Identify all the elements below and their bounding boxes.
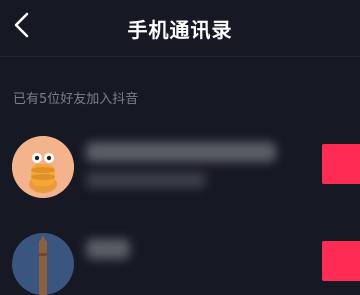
header: 手机通讯录 — [0, 0, 360, 54]
contact-name-blurred — [86, 239, 130, 259]
tower-photo-avatar — [12, 233, 74, 295]
header-divider — [0, 56, 360, 57]
section-label: 已有5位好友加入抖音 — [13, 92, 139, 107]
follow-button[interactable] — [322, 241, 360, 281]
avatar[interactable] — [12, 136, 74, 198]
contact-row[interactable] — [0, 225, 360, 295]
avatar[interactable] — [12, 233, 74, 295]
contact-row[interactable] — [0, 128, 360, 198]
page-title: 手机通讯录 — [127, 18, 233, 42]
follow-button[interactable] — [322, 144, 360, 184]
contact-subtitle-blurred — [86, 172, 206, 188]
cartoon-avatar-icon — [12, 136, 74, 198]
contact-name-blurred — [86, 142, 276, 162]
